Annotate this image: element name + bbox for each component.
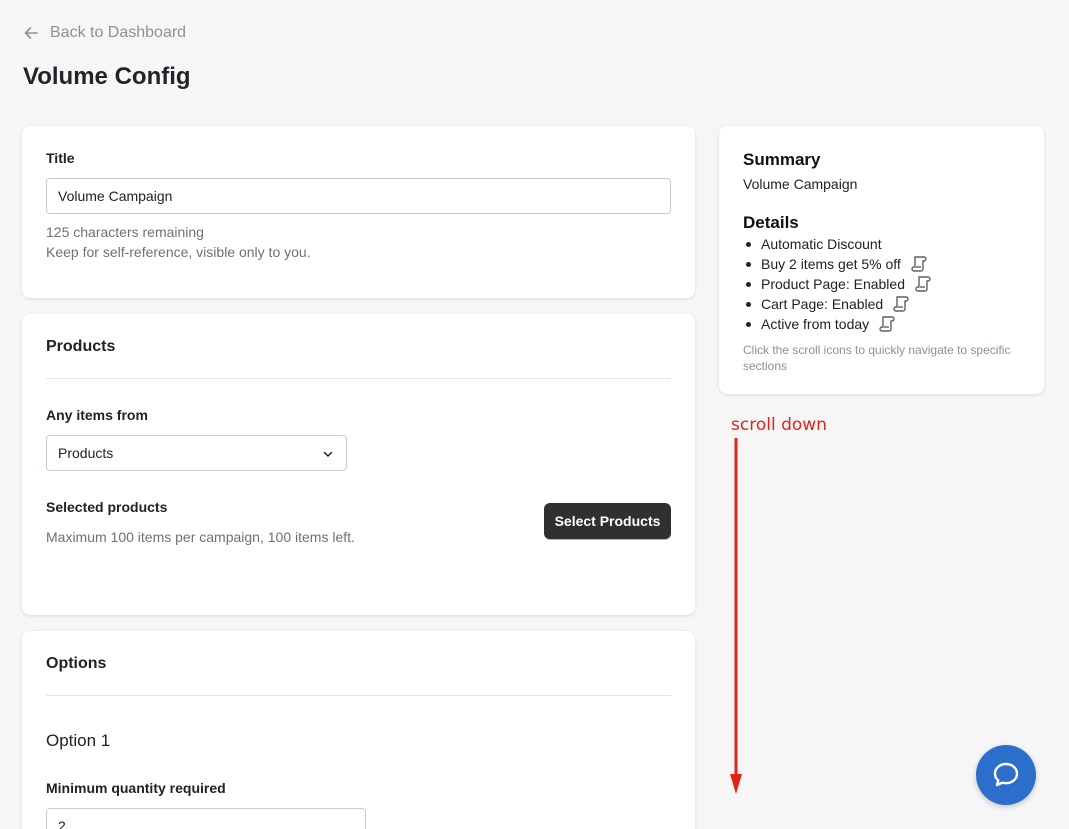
title-label: Title: [46, 150, 75, 166]
back-to-dashboard-link[interactable]: Back to Dashboard: [23, 24, 186, 42]
options-divider: [46, 695, 671, 696]
title-input[interactable]: Volume Campaign: [46, 178, 671, 214]
summary-heading: Summary: [743, 150, 821, 169]
products-divider: [46, 378, 671, 379]
any-items-select[interactable]: Products: [46, 435, 347, 471]
page-title: Volume Config: [23, 63, 191, 90]
selected-products-help: Maximum 100 items per campaign, 100 item…: [46, 529, 355, 545]
select-products-button[interactable]: Select Products: [544, 503, 671, 539]
scroll-down-annotation: scroll down: [731, 415, 827, 435]
scroll-icon[interactable]: [893, 295, 909, 313]
details-item: Product Page: Enabled: [743, 274, 931, 294]
details-item: Active from today: [743, 314, 931, 334]
title-card: Title Volume Campaign 125 characters rem…: [22, 126, 695, 298]
details-item-text: Buy 2 items get 5% off: [761, 256, 901, 272]
summary-note: Click the scroll icons to quickly naviga…: [743, 343, 1011, 373]
products-heading: Products: [46, 338, 116, 355]
min-qty-value: 2: [58, 818, 66, 829]
details-item-text: Cart Page: Enabled: [761, 296, 884, 312]
summary-campaign-name: Volume Campaign: [743, 176, 858, 192]
title-input-value: Volume Campaign: [58, 188, 173, 204]
options-card: Options Option 1 Minimum quantity requir…: [22, 631, 695, 829]
scroll-down-arrow-annotation: [730, 438, 742, 794]
scroll-icon[interactable]: [879, 315, 895, 333]
any-items-select-value: Products: [58, 445, 114, 461]
min-qty-label: Minimum quantity required: [46, 780, 226, 796]
details-item: Automatic Discount: [743, 234, 931, 254]
details-item: Buy 2 items get 5% off: [743, 254, 931, 274]
arrow-left-icon: [24, 27, 38, 39]
options-heading: Options: [46, 655, 107, 672]
chevron-down-icon: [323, 451, 333, 457]
details-item-text: Product Page: Enabled: [761, 276, 905, 292]
selected-products-label: Selected products: [46, 499, 168, 515]
products-card: Products Any items from Products Selecte…: [22, 314, 695, 615]
details-item-text: Automatic Discount: [761, 236, 882, 252]
chars-remaining-text: 125 characters remaining: [46, 224, 204, 240]
any-items-label: Any items from: [46, 407, 148, 423]
details-item-text: Active from today: [761, 316, 870, 332]
chat-button[interactable]: [976, 745, 1036, 805]
details-list: Automatic Discount Buy 2 items get 5% of…: [743, 234, 931, 334]
summary-card: Summary Volume Campaign Details Automati…: [719, 126, 1044, 394]
option-1-title: Option 1: [46, 731, 111, 750]
back-link-label: Back to Dashboard: [50, 24, 187, 41]
min-qty-input[interactable]: 2: [46, 808, 366, 829]
title-help-text: Keep for self-reference, visible only to…: [46, 244, 311, 260]
chat-bubble-icon: [993, 762, 1019, 787]
details-heading: Details: [743, 213, 799, 232]
scroll-icon[interactable]: [911, 255, 927, 273]
details-item: Cart Page: Enabled: [743, 294, 931, 314]
scroll-icon[interactable]: [915, 275, 931, 293]
